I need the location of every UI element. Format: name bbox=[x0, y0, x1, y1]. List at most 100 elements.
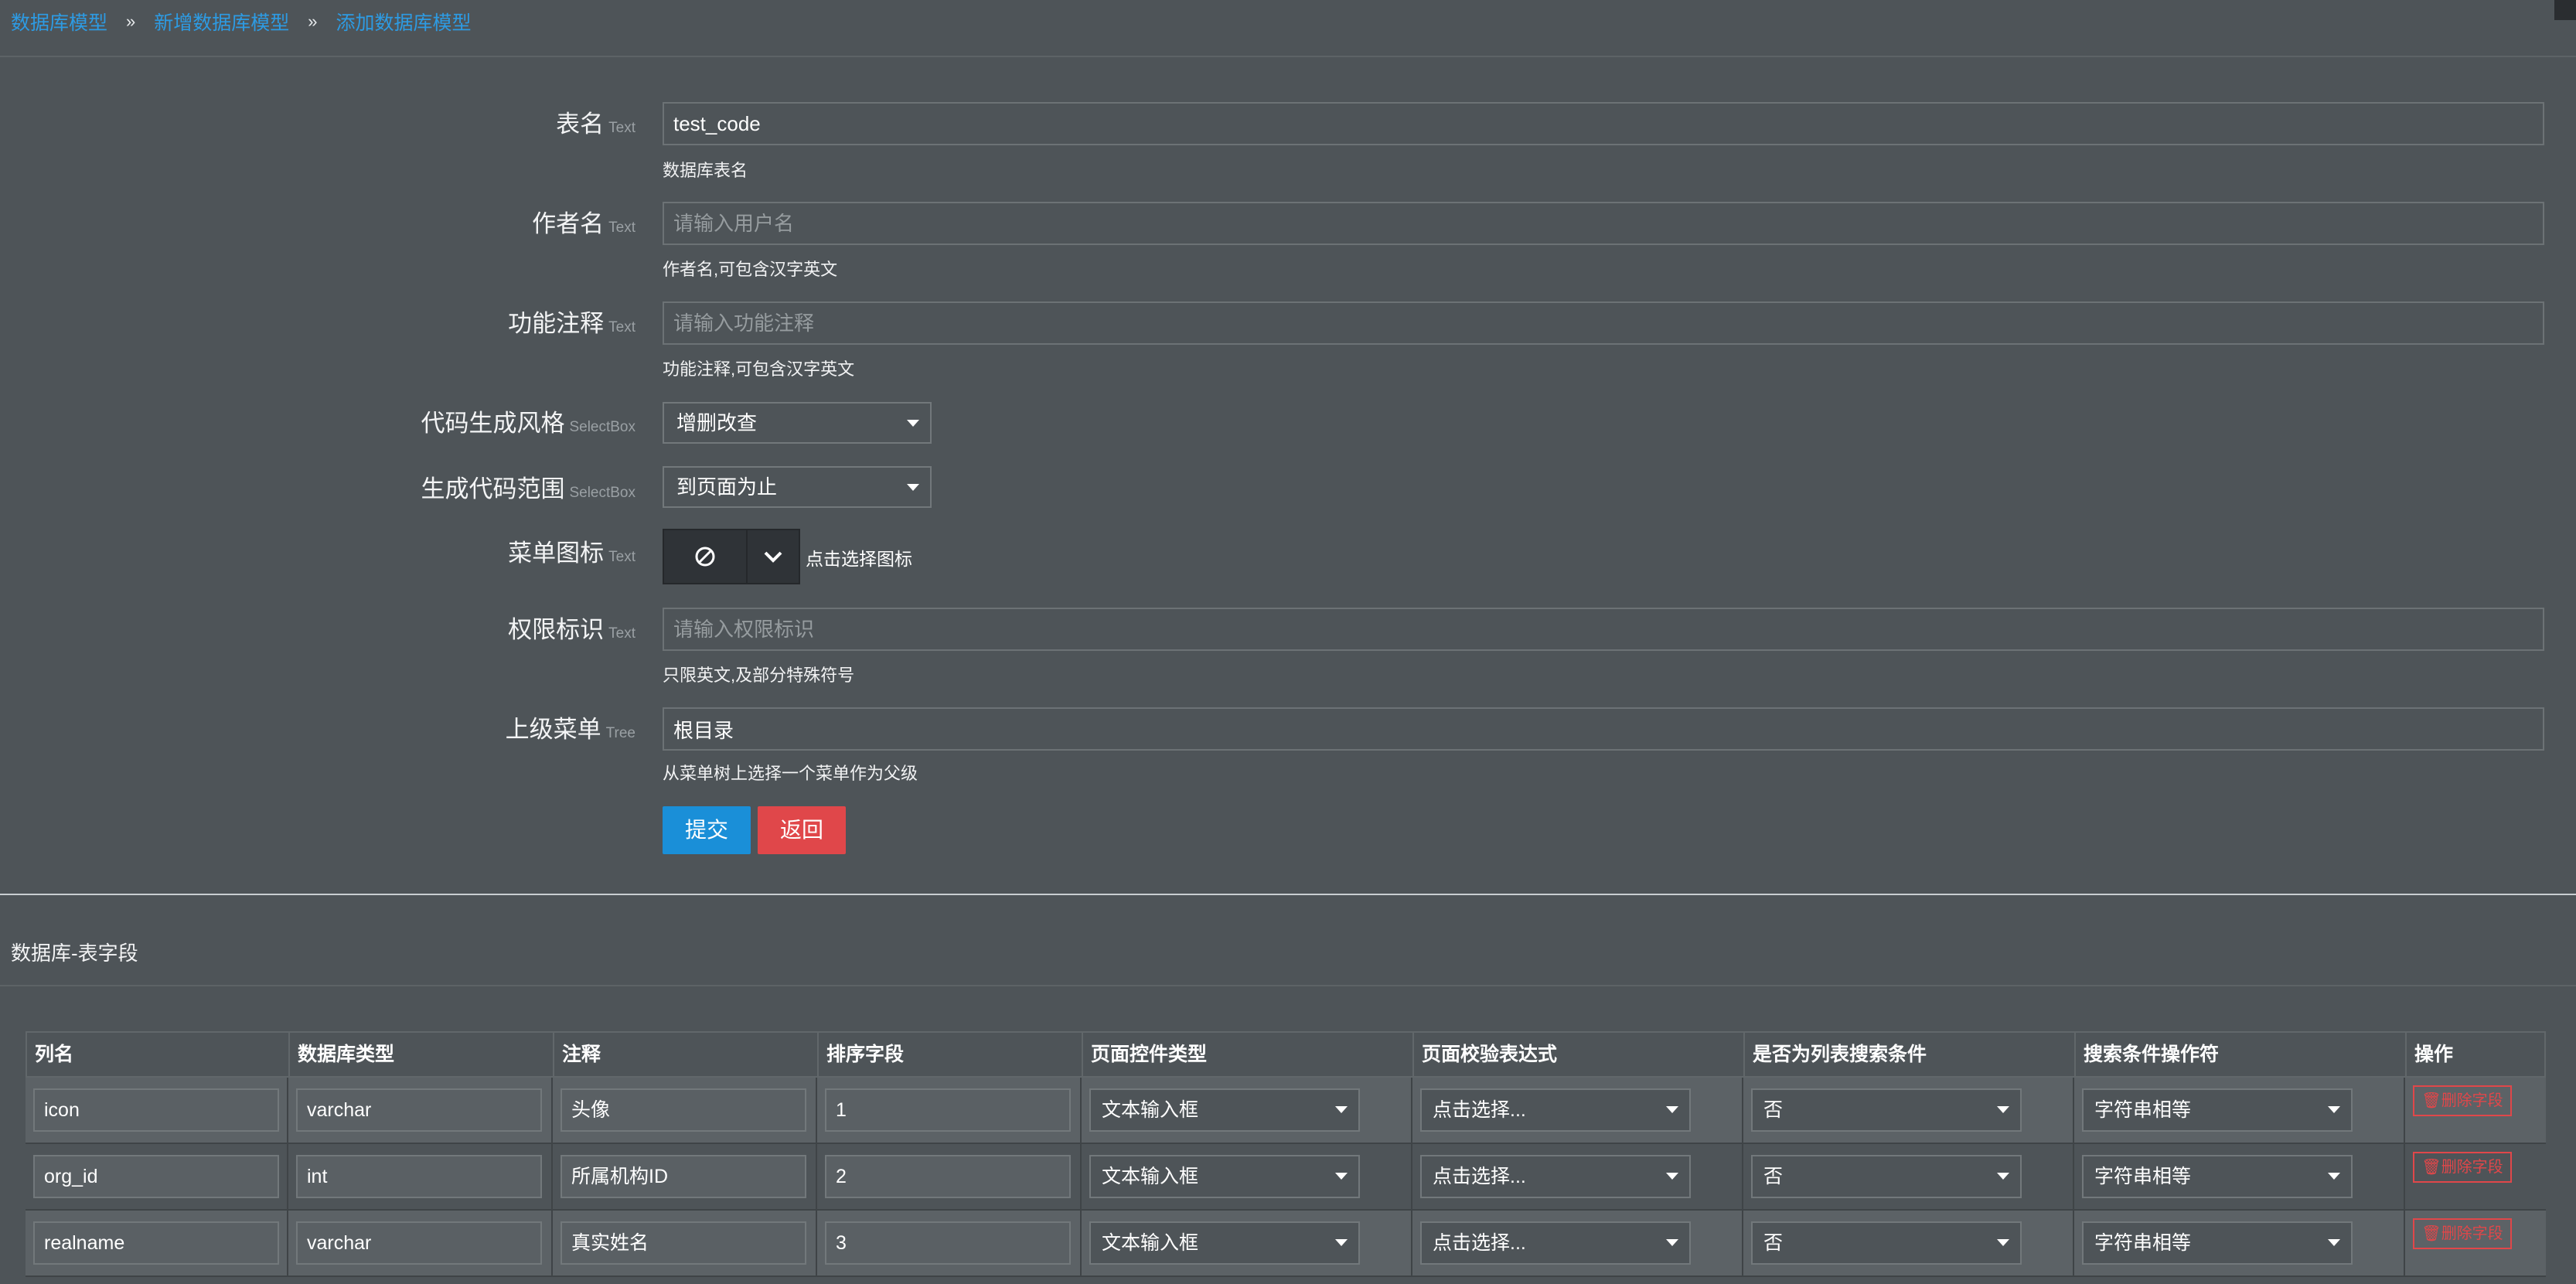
column-name-input[interactable]: org_id bbox=[33, 1155, 279, 1198]
author-input[interactable] bbox=[663, 202, 2544, 245]
menu-icon-picker[interactable] bbox=[663, 529, 800, 584]
searchable-select[interactable]: 否 bbox=[1751, 1088, 2022, 1132]
operator-select[interactable]: 字符串相等 bbox=[2082, 1221, 2353, 1265]
caret-down-icon bbox=[907, 420, 919, 427]
col-header-control: 页面控件类型 bbox=[1083, 1033, 1414, 1076]
trash-icon: 🗑 bbox=[2421, 1159, 2441, 1176]
table-name-input[interactable] bbox=[663, 102, 2544, 145]
sort-input[interactable]: 2 bbox=[825, 1155, 1071, 1198]
caret-down-icon bbox=[1997, 1239, 2009, 1246]
code-scope-select[interactable]: 到页面为止 bbox=[663, 466, 932, 508]
back-button[interactable]: 返回 bbox=[758, 806, 846, 854]
chevron-down-icon[interactable] bbox=[748, 530, 799, 583]
code-scope-label: 生成代码范围 SelectBox bbox=[421, 475, 635, 502]
comment-input[interactable]: 头像 bbox=[561, 1088, 806, 1132]
db-type-input[interactable]: int bbox=[296, 1155, 542, 1198]
col-header-searchable: 是否为列表搜索条件 bbox=[1745, 1033, 2076, 1076]
delete-field-button[interactable]: 🗑删除字段 bbox=[2413, 1152, 2512, 1183]
operator-value: 字符串相等 bbox=[2094, 1232, 2192, 1254]
control-type-select[interactable]: 文本输入框 bbox=[1089, 1221, 1360, 1265]
parent-menu-help: 从菜单树上选择一个菜单作为父级 bbox=[663, 764, 918, 783]
comment-input[interactable]: 真实姓名 bbox=[561, 1221, 806, 1265]
table-name-help: 数据库表名 bbox=[663, 161, 748, 180]
comment-input[interactable]: 所属机构ID bbox=[561, 1155, 806, 1198]
caret-down-icon bbox=[2328, 1239, 2340, 1246]
section-divider bbox=[0, 894, 2576, 895]
db-type-input[interactable]: varchar bbox=[296, 1221, 542, 1265]
searchable-value: 否 bbox=[1763, 1099, 1784, 1121]
func-comment-label: 功能注释 Text bbox=[508, 310, 635, 337]
table-row: realname varchar 真实姓名 3 文本输入框 点击选择... 否 … bbox=[26, 1211, 2546, 1277]
submit-button[interactable]: 提交 bbox=[663, 806, 751, 854]
searchable-select[interactable]: 否 bbox=[1751, 1221, 2022, 1265]
validate-select[interactable]: 点击选择... bbox=[1420, 1221, 1691, 1265]
code-style-label: 代码生成风格 SelectBox bbox=[421, 410, 635, 437]
control-type-value: 文本输入框 bbox=[1102, 1232, 1199, 1254]
col-header-validate: 页面校验表达式 bbox=[1414, 1033, 1745, 1076]
validate-select[interactable]: 点击选择... bbox=[1420, 1155, 1691, 1198]
breadcrumb-db-model[interactable]: 数据库模型 bbox=[11, 8, 107, 36]
menu-icon-hint: 点击选择图标 bbox=[806, 549, 912, 569]
column-name-input[interactable]: icon bbox=[33, 1088, 279, 1132]
breadcrumb-separator: » bbox=[126, 12, 136, 31]
corner-button[interactable] bbox=[2554, 0, 2576, 20]
author-label: 作者名 Text bbox=[532, 210, 635, 237]
control-type-select[interactable]: 文本输入框 bbox=[1089, 1155, 1360, 1198]
col-header-db-type: 数据库类型 bbox=[290, 1033, 554, 1076]
caret-down-icon bbox=[1335, 1173, 1348, 1180]
caret-down-icon bbox=[1666, 1106, 1678, 1113]
delete-field-label: 删除字段 bbox=[2441, 1225, 2503, 1242]
trash-icon: 🗑 bbox=[2421, 1225, 2441, 1242]
control-type-value: 文本输入框 bbox=[1102, 1099, 1199, 1121]
validate-value: 点击选择... bbox=[1433, 1099, 1526, 1121]
permission-input[interactable] bbox=[663, 608, 2544, 651]
operator-select[interactable]: 字符串相等 bbox=[2082, 1088, 2353, 1132]
caret-down-icon bbox=[1335, 1239, 1348, 1246]
delete-field-label: 删除字段 bbox=[2441, 1159, 2503, 1176]
breadcrumb-separator: » bbox=[308, 12, 318, 31]
column-name-input[interactable]: realname bbox=[33, 1221, 279, 1265]
col-header-name: 列名 bbox=[27, 1033, 290, 1076]
validate-value: 点击选择... bbox=[1433, 1166, 1526, 1187]
operator-value: 字符串相等 bbox=[2094, 1166, 2192, 1187]
code-style-select[interactable]: 增删改查 bbox=[663, 402, 932, 444]
caret-down-icon bbox=[1997, 1106, 2009, 1113]
permission-help: 只限英文,及部分特殊符号 bbox=[663, 666, 855, 685]
table-row: org_id int 所属机构ID 2 文本输入框 点击选择... 否 字符串相… bbox=[26, 1144, 2546, 1211]
db-type-input[interactable]: varchar bbox=[296, 1088, 542, 1132]
caret-down-icon bbox=[1666, 1173, 1678, 1180]
sort-input[interactable]: 1 bbox=[825, 1088, 1071, 1132]
fields-section-title: 数据库-表字段 bbox=[11, 942, 138, 965]
breadcrumb-new-db-model[interactable]: 新增数据库模型 bbox=[154, 8, 289, 36]
col-header-operator: 搜索条件操作符 bbox=[2076, 1033, 2407, 1076]
operator-select[interactable]: 字符串相等 bbox=[2082, 1155, 2353, 1198]
delete-field-button[interactable]: 🗑删除字段 bbox=[2413, 1218, 2512, 1249]
table-name-label: 表名 Text bbox=[556, 111, 635, 138]
parent-menu-input[interactable] bbox=[663, 707, 2544, 751]
ban-icon[interactable] bbox=[664, 530, 748, 583]
func-comment-input[interactable] bbox=[663, 301, 2544, 345]
breadcrumb-add-db-model[interactable]: 添加数据库模型 bbox=[336, 8, 472, 36]
delete-field-label: 删除字段 bbox=[2441, 1092, 2503, 1109]
caret-down-icon bbox=[907, 484, 919, 491]
sort-input[interactable]: 3 bbox=[825, 1221, 1071, 1265]
breadcrumb: 数据库模型 » 新增数据库模型 » 添加数据库模型 bbox=[11, 6, 472, 37]
code-style-value: 增删改查 bbox=[676, 411, 758, 434]
caret-down-icon bbox=[1666, 1239, 1678, 1246]
control-type-value: 文本输入框 bbox=[1102, 1166, 1199, 1187]
table-header: 列名 数据库类型 注释 排序字段 页面控件类型 页面校验表达式 是否为列表搜索条… bbox=[26, 1031, 2546, 1078]
validate-value: 点击选择... bbox=[1433, 1232, 1526, 1254]
searchable-select[interactable]: 否 bbox=[1751, 1155, 2022, 1198]
col-header-comment: 注释 bbox=[554, 1033, 819, 1076]
trash-icon: 🗑 bbox=[2421, 1092, 2441, 1109]
col-header-sort: 排序字段 bbox=[819, 1033, 1083, 1076]
delete-field-button[interactable]: 🗑删除字段 bbox=[2413, 1085, 2512, 1116]
caret-down-icon bbox=[2328, 1173, 2340, 1180]
caret-down-icon bbox=[2328, 1106, 2340, 1113]
divider bbox=[0, 56, 2576, 57]
col-header-action: 操作 bbox=[2414, 1044, 2454, 1065]
control-type-select[interactable]: 文本输入框 bbox=[1089, 1088, 1360, 1132]
parent-menu-label: 上级菜单 Tree bbox=[505, 716, 635, 743]
menu-icon-label: 菜单图标 Text bbox=[508, 540, 635, 567]
validate-select[interactable]: 点击选择... bbox=[1420, 1088, 1691, 1132]
